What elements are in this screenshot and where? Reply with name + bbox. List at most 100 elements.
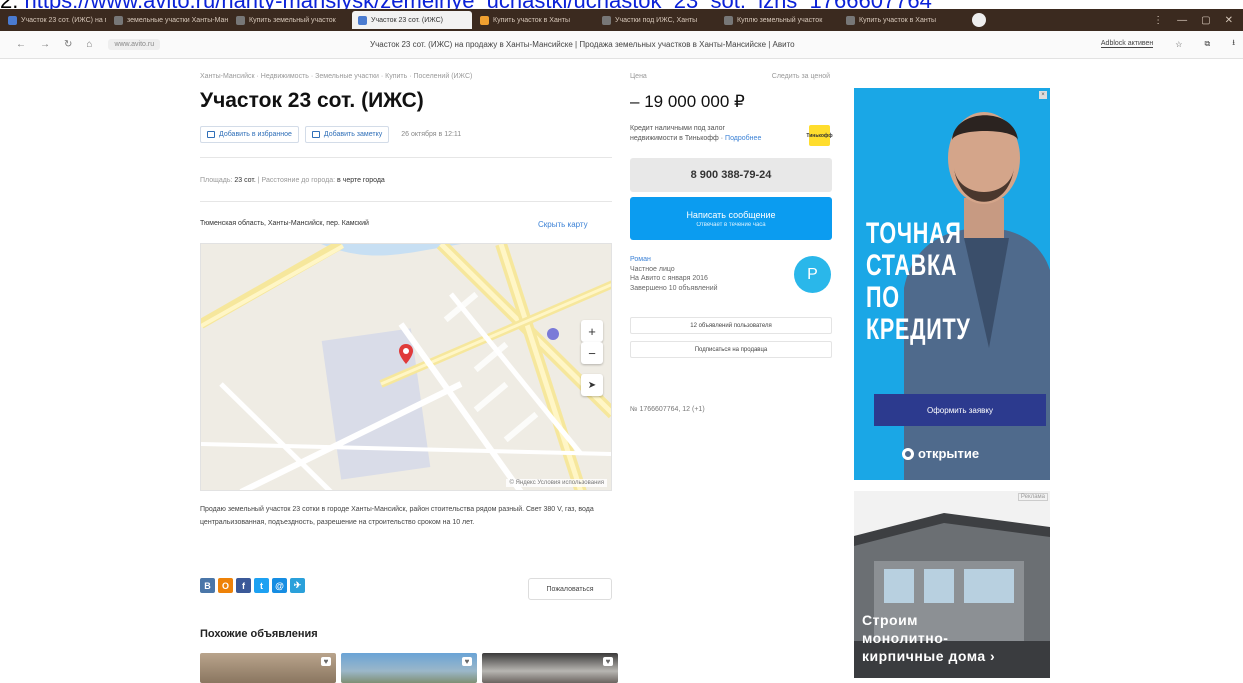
back-icon[interactable]: ← bbox=[16, 39, 26, 50]
browser-tab[interactable]: Купить участок в Ханты bbox=[840, 11, 960, 29]
reload-icon[interactable]: ↻ bbox=[64, 39, 72, 50]
map-pin-icon[interactable] bbox=[399, 344, 413, 364]
extensions-icon[interactable]: ⧉ bbox=[1204, 39, 1210, 49]
tab-label: Купить участок в Ханты bbox=[859, 16, 936, 24]
ad-headline-line: ПО КРЕДИТУ bbox=[866, 281, 971, 346]
tab-favicon-icon bbox=[602, 15, 611, 25]
add-note-label: Добавить заметку bbox=[323, 131, 383, 138]
breadcrumb[interactable]: Ханты-Мансийск · Недвижимость · Земельны… bbox=[200, 73, 472, 80]
params-distance-value: в черте города bbox=[337, 177, 385, 184]
divider bbox=[200, 201, 612, 202]
address: Тюменская область, Ханты-Мансийск, пер. … bbox=[200, 220, 369, 227]
ad2-headline: Строим монолитно- кирпичные дома › bbox=[862, 611, 995, 665]
seller-info: Роман Частное лицо На Авито с января 201… bbox=[630, 255, 718, 293]
home-icon[interactable]: ⌂ bbox=[86, 39, 92, 50]
seller-since: На Авито с января 2016 bbox=[630, 275, 708, 282]
credit-link[interactable]: Подробнее bbox=[725, 135, 761, 142]
url-domain[interactable]: www.avito.ru bbox=[108, 39, 161, 50]
zoom-in-icon[interactable]: + bbox=[581, 320, 603, 342]
download-icon[interactable]: ⭳ bbox=[1232, 37, 1235, 51]
minimize-icon[interactable]: — bbox=[1177, 15, 1187, 26]
subscribe-price-link[interactable]: Следить за ценой bbox=[772, 73, 830, 80]
ok-icon[interactable]: О bbox=[218, 578, 233, 593]
ad2-headline-line: монолитно- bbox=[862, 630, 949, 646]
mail-icon[interactable]: @ bbox=[272, 578, 287, 593]
browser-tab[interactable]: Участки под ИЖС, Ханты bbox=[596, 11, 716, 29]
avatar[interactable]: P bbox=[794, 256, 831, 293]
seller-type: Частное лицо bbox=[630, 265, 675, 273]
ad-banner-credit[interactable]: ТОЧНАЯ СТАВКА ПО КРЕДИТУ Оформить заявку… bbox=[854, 88, 1050, 480]
tab-label: Купить участок в Ханты bbox=[493, 16, 570, 24]
tab-label: Участок 23 сот. (ИЖС) bbox=[371, 16, 444, 24]
heart-icon[interactable]: ♥ bbox=[603, 657, 613, 666]
similar-item[interactable]: ♥ bbox=[200, 653, 336, 683]
twitter-icon[interactable]: t bbox=[254, 578, 269, 593]
tab-favicon-icon bbox=[480, 15, 489, 25]
browser-tab[interactable]: Участок 23 сот. (ИЖС) bbox=[352, 11, 472, 29]
map-canvas bbox=[201, 244, 611, 490]
page-content: Ханты-Мансийск · Недвижимость · Земельны… bbox=[0, 59, 1243, 683]
zoom-out-icon[interactable]: − bbox=[581, 342, 603, 364]
price: – 19 000 000 ₽ bbox=[630, 92, 745, 111]
adblock-status[interactable]: Adblock активен bbox=[1100, 40, 1154, 48]
similar-item[interactable]: ♥ bbox=[341, 653, 477, 683]
new-tab-button[interactable] bbox=[972, 13, 986, 27]
star-icon[interactable]: ☆ bbox=[1175, 40, 1182, 49]
ad-label: Реклама bbox=[1017, 493, 1048, 501]
seller-name[interactable]: Роман bbox=[630, 255, 718, 265]
ad-banner-houses[interactable]: Реклама Строим монолитно- кирпичные дома… bbox=[854, 491, 1050, 678]
credit-line2: недвижимости в Тинькофф bbox=[630, 135, 719, 142]
message-title: Написать сообщение bbox=[686, 209, 776, 220]
menu-icon[interactable]: ⋮ bbox=[1153, 15, 1163, 26]
browser-tab[interactable]: Купить участок в Ханты bbox=[474, 11, 594, 29]
browser-tab[interactable]: Участок 23 сот. (ИЖС) на продажу bbox=[2, 11, 106, 29]
divider bbox=[200, 157, 612, 158]
credit-offer: Кредит наличными под залог недвижимости … bbox=[630, 124, 790, 144]
maximize-icon[interactable]: ▢ bbox=[1201, 15, 1210, 26]
similar-list: ♥ ♥ ♥ bbox=[200, 653, 618, 683]
params-area-label: Площадь: bbox=[200, 177, 233, 184]
add-favorite-button[interactable]: Добавить в избранное bbox=[200, 126, 299, 143]
seller-ads-button[interactable]: 12 объявлений пользователя bbox=[630, 317, 832, 334]
heart-icon[interactable]: ♥ bbox=[462, 657, 472, 666]
brand-logo-icon bbox=[902, 447, 914, 460]
ad-headline-line: ТОЧНАЯ bbox=[866, 217, 962, 250]
tab-favicon-icon bbox=[724, 15, 733, 25]
browser-tab[interactable]: земельные участки Ханты-Мансийск bbox=[108, 11, 228, 29]
note-icon bbox=[311, 131, 320, 138]
close-icon[interactable]: ✕ bbox=[1225, 15, 1233, 26]
location-map[interactable]: + − ➤ © Яндекс Условия использования bbox=[200, 243, 612, 491]
similar-item[interactable]: ♥ bbox=[482, 653, 618, 683]
tab-favicon-icon bbox=[114, 15, 123, 25]
price-label: Цена bbox=[630, 73, 647, 80]
heart-icon[interactable]: ♥ bbox=[321, 657, 331, 666]
tab-label: Купить земельный участок bbox=[249, 16, 336, 24]
show-phone-button[interactable]: 8 900 388-79-24 bbox=[630, 158, 832, 192]
page-title: Участок 23 сот. (ИЖС) bbox=[200, 89, 424, 112]
ad2-headline-line: Строим bbox=[862, 612, 919, 628]
ad-cta-button[interactable]: Оформить заявку bbox=[874, 394, 1046, 426]
toggle-map-link[interactable]: Скрыть карту bbox=[538, 220, 588, 229]
tab-favicon-icon bbox=[358, 15, 367, 25]
ad-brand: открытие bbox=[902, 446, 979, 461]
browser-tab[interactable]: Купить земельный участок bbox=[230, 11, 350, 29]
page-title-bar: Участок 23 сот. (ИЖС) на продажу в Ханты… bbox=[370, 40, 795, 49]
facebook-icon[interactable]: f bbox=[236, 578, 251, 593]
browser-tab[interactable]: Куплю земельный участок bbox=[718, 11, 838, 29]
price-header: Цена Следить за ценой bbox=[630, 73, 830, 80]
telegram-icon[interactable]: ✈ bbox=[290, 578, 305, 593]
tab-label: Участки под ИЖС, Ханты bbox=[615, 16, 698, 24]
vk-icon[interactable]: В bbox=[200, 578, 215, 593]
seller-completed: Завершено 10 объявлений bbox=[630, 284, 718, 292]
forward-icon[interactable]: → bbox=[40, 39, 50, 50]
write-message-button[interactable]: Написать сообщение Отвечает в течение ча… bbox=[630, 197, 832, 240]
ad-close-icon[interactable]: × bbox=[1039, 91, 1047, 99]
geolocate-icon[interactable]: ➤ bbox=[581, 374, 603, 396]
heart-icon bbox=[207, 131, 215, 138]
ad2-headline-line: кирпичные дома › bbox=[862, 648, 996, 664]
complain-button[interactable]: Пожаловаться bbox=[528, 578, 612, 600]
map-attribution: © Яндекс Условия использования bbox=[506, 479, 607, 487]
subscribe-seller-button[interactable]: Подписаться на продавца bbox=[630, 341, 832, 358]
price-value: 19 000 000 ₽ bbox=[644, 92, 745, 111]
add-note-button[interactable]: Добавить заметку bbox=[304, 126, 390, 143]
